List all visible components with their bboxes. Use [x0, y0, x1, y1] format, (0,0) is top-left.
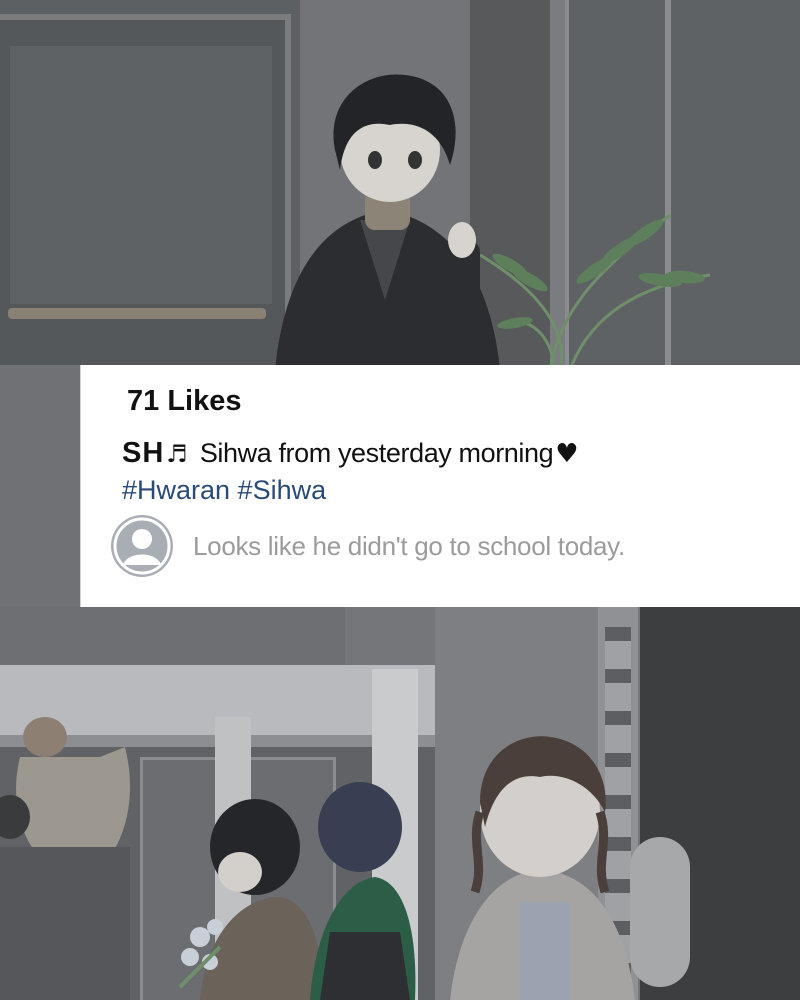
- door-handle: [8, 308, 266, 319]
- social-post-card: 71 Likes SH ♬ Sihwa from yesterday morni…: [80, 365, 800, 607]
- post-username[interactable]: SH: [122, 437, 164, 470]
- likes-count[interactable]: 71 Likes: [127, 385, 241, 418]
- default-user-avatar-icon[interactable]: [111, 515, 173, 577]
- child-green-hood-illustration: [310, 782, 416, 1000]
- glass-door: [0, 14, 291, 365]
- bottom-illustration-panel: [0, 607, 800, 1000]
- comment-row: Looks like he didn't go to school today.: [111, 515, 625, 577]
- child-on-shoulders-illustration: [0, 717, 131, 1000]
- door-glass-panel: [10, 46, 272, 304]
- comment-text: Looks like he didn't go to school today.: [193, 530, 625, 561]
- post-caption-row: SH ♬ Sihwa from yesterday morning ♥: [122, 437, 579, 470]
- music-notes-icon: ♬: [166, 439, 188, 468]
- boy-character-illustration: [275, 74, 500, 365]
- post-hashtags[interactable]: #Hwaran #Sihwa: [122, 475, 326, 506]
- top-illustration-panel: [0, 0, 800, 365]
- post-caption: Sihwa from yesterday morning: [199, 438, 554, 468]
- girl-with-braids-illustration: [450, 736, 635, 1000]
- heart-icon: ♥: [555, 438, 579, 469]
